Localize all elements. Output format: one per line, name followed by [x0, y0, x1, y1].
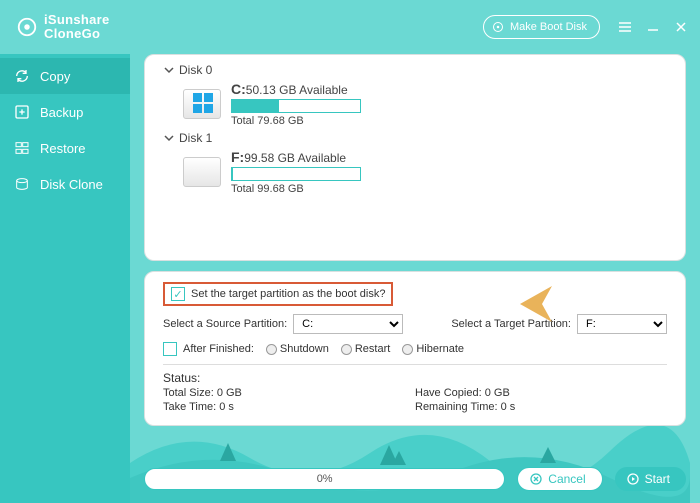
menu-button[interactable] [618, 20, 632, 34]
drive-icon [183, 157, 221, 187]
status-heading: Status: [163, 371, 667, 385]
brand-logo-icon [16, 16, 38, 38]
radio-shutdown[interactable]: Shutdown [266, 343, 329, 355]
total-size-label: Total Size: [163, 387, 214, 399]
disk-clone-icon [14, 176, 30, 192]
source-partition-select[interactable]: C: [293, 314, 403, 334]
chevron-down-icon [163, 64, 175, 76]
take-time-label: Take Time: [163, 401, 216, 413]
have-copied-label: Have Copied: [415, 387, 482, 399]
disk-0-title: Disk 0 [179, 63, 212, 77]
partition-c-available: 50.13 GB Available [246, 83, 348, 97]
minimize-button[interactable] [646, 20, 660, 34]
nav-copy-label: Copy [40, 69, 70, 84]
source-partition-label: Select a Source Partition: [163, 318, 287, 330]
disks-panel: Disk 0 C:50.13 GB Available Total 79.68 … [144, 54, 686, 261]
brand-line1: iSunshare [44, 13, 110, 27]
have-copied-value: 0 GB [485, 387, 510, 399]
brand: iSunshare CloneGo [16, 13, 110, 40]
cancel-button[interactable]: Cancel [517, 467, 602, 491]
radio-restart[interactable]: Restart [341, 343, 390, 355]
status-grid: Total Size: 0 GB Have Copied: 0 GB Take … [163, 387, 667, 413]
cancel-icon [530, 473, 542, 485]
partition-f-total: Total 99.68 GB [231, 183, 361, 195]
partition-c-usage-bar [231, 99, 361, 113]
drive-icon [183, 89, 221, 119]
partition-c[interactable]: C:50.13 GB Available Total 79.68 GB [163, 77, 667, 129]
nav-copy[interactable]: Copy [0, 58, 130, 94]
content-area: Disk 0 C:50.13 GB Available Total 79.68 … [130, 54, 700, 503]
disc-icon [492, 21, 504, 33]
disk-1-title: Disk 1 [179, 131, 212, 145]
make-boot-disk-label: Make Boot Disk [510, 21, 587, 33]
remaining-time-value: 0 s [501, 401, 516, 413]
boot-disk-checkbox-label: Set the target partition as the boot dis… [191, 288, 385, 300]
copy-icon [14, 68, 30, 84]
make-boot-disk-button[interactable]: Make Boot Disk [483, 15, 600, 39]
backup-icon [14, 104, 30, 120]
radio-hibernate[interactable]: Hibernate [402, 343, 464, 355]
divider [163, 364, 667, 365]
partition-f-available: 99.58 GB Available [244, 151, 346, 165]
total-size-value: 0 GB [217, 387, 242, 399]
cancel-label: Cancel [548, 472, 585, 486]
partition-f[interactable]: F:99.58 GB Available Total 99.68 GB [163, 145, 667, 197]
nav-backup[interactable]: Backup [0, 94, 130, 130]
restore-icon [14, 140, 30, 156]
nav-restore[interactable]: Restore [0, 130, 130, 166]
footer-bar: 0% Cancel Start [144, 467, 686, 491]
windows-icon [193, 93, 213, 113]
remaining-time-label: Remaining Time: [415, 401, 498, 413]
nav-backup-label: Backup [40, 105, 83, 120]
disk-0-header[interactable]: Disk 0 [163, 63, 667, 77]
take-time-value: 0 s [219, 401, 234, 413]
partition-c-letter: C: [231, 81, 246, 97]
sidebar: Copy Backup Restore Disk Clone [0, 54, 130, 503]
target-partition-select[interactable]: F: [577, 314, 667, 334]
close-icon [675, 21, 687, 33]
partition-f-letter: F: [231, 149, 244, 165]
title-bar: iSunshare CloneGo Make Boot Disk [0, 0, 700, 54]
options-panel: Set the target partition as the boot dis… [144, 271, 686, 426]
hamburger-icon [618, 20, 632, 34]
brand-line2: CloneGo [44, 27, 110, 41]
nav-restore-label: Restore [40, 141, 86, 156]
partition-f-usage-bar [231, 167, 361, 181]
boot-disk-checkbox[interactable] [171, 287, 185, 301]
progress-text: 0% [317, 473, 333, 485]
nav-disk-clone[interactable]: Disk Clone [0, 166, 130, 202]
start-label: Start [645, 472, 670, 486]
partition-c-total: Total 79.68 GB [231, 115, 361, 127]
chevron-down-icon [163, 132, 175, 144]
start-button[interactable]: Start [615, 467, 686, 491]
play-icon [627, 473, 639, 485]
after-finished-checkbox[interactable] [163, 342, 177, 356]
nav-disk-clone-label: Disk Clone [40, 177, 103, 192]
after-finished-label: After Finished: [183, 343, 254, 355]
boot-disk-checkbox-row[interactable]: Set the target partition as the boot dis… [163, 282, 393, 306]
disk-1-header[interactable]: Disk 1 [163, 131, 667, 145]
minimize-icon [647, 21, 659, 33]
progress-bar: 0% [144, 468, 505, 490]
close-button[interactable] [674, 20, 688, 34]
callout-arrow-icon [512, 282, 556, 326]
